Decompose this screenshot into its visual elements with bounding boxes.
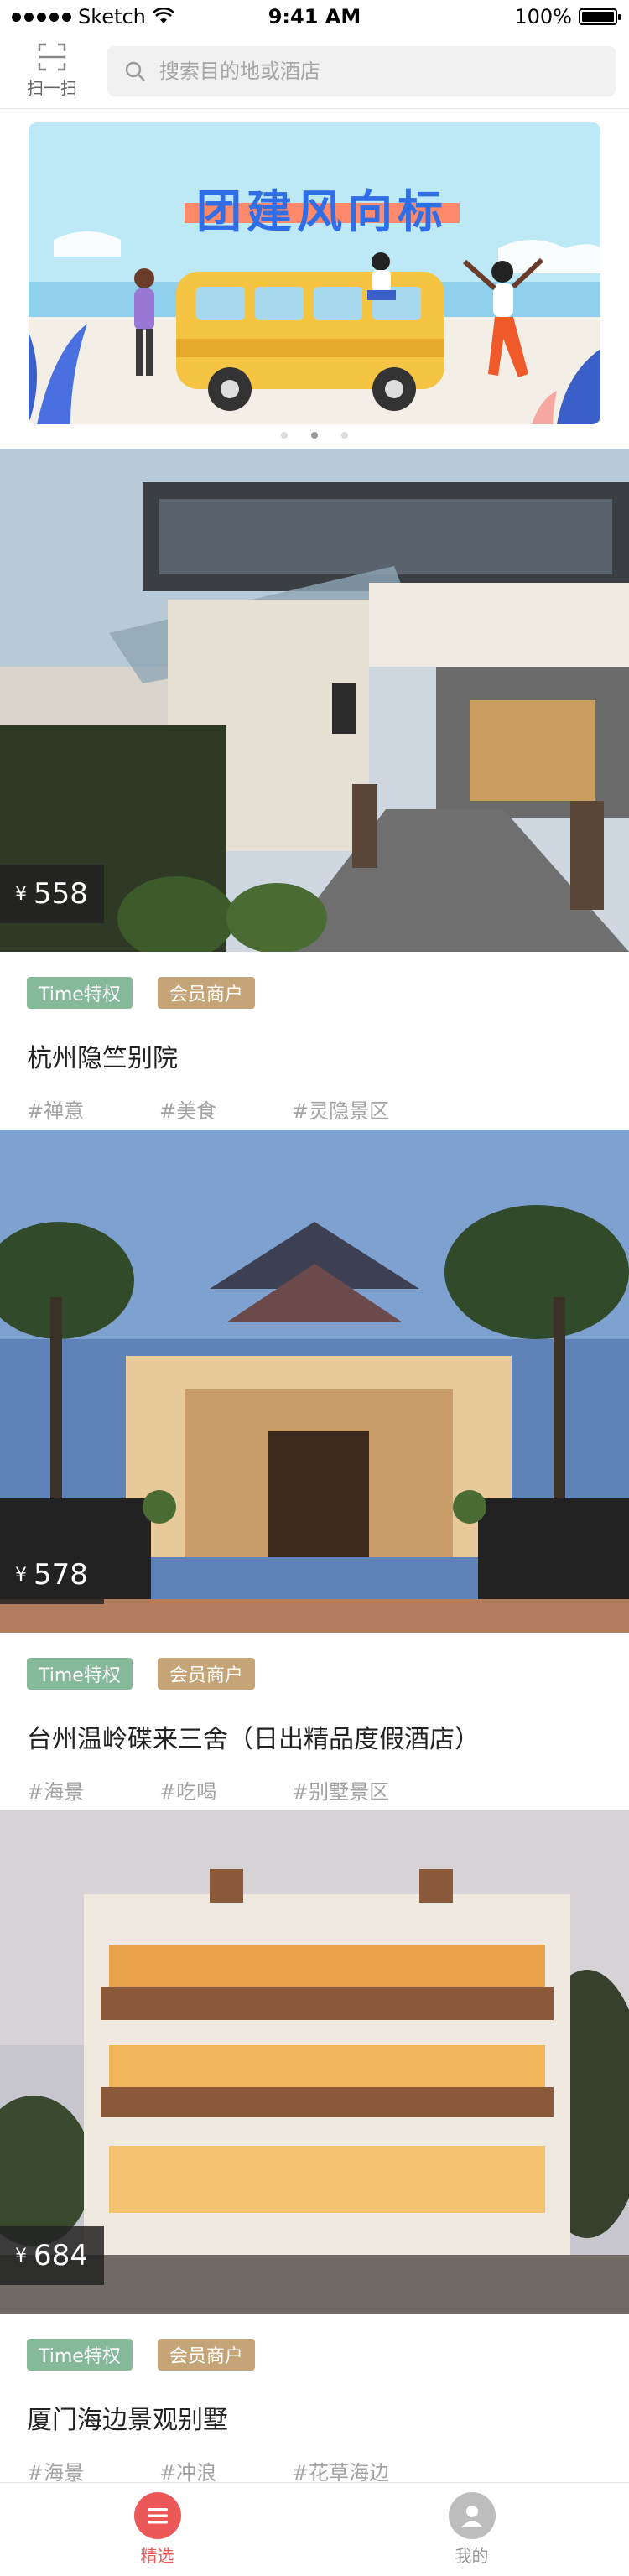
menu-icon [133,2492,181,2539]
wifi-icon [152,8,174,23]
hashtag[interactable]: #海景 [27,1775,159,1805]
tag-group: Time特权 会员商户 [27,2339,255,2371]
status-left: Sketch [12,5,221,29]
tab-label: 我的 [455,2546,489,2566]
pagination-dot[interactable] [311,432,318,439]
tab-bar: 精选 我的 [0,2482,629,2576]
header: 扫一扫 [0,34,629,109]
price-value: 578 [34,1558,88,1592]
hotel-photo: ¥684 [0,1810,629,2314]
hotel-title[interactable]: 台州温岭碟来三舍（日出精品度假酒店） [27,1718,480,1755]
tab-featured[interactable]: 精选 [0,2483,314,2576]
user-icon [448,2492,496,2539]
search-icon [125,61,145,81]
hotel-photo: ¥558 [0,449,629,952]
currency-symbol: ¥ [15,2245,27,2267]
hotel-photo: ¥578 [0,1130,629,1633]
time-privilege-tag: Time特权 [27,977,133,1009]
status-right: 100% [408,5,621,29]
hotel-title[interactable]: 厦门海边景观别墅 [27,2399,228,2436]
time-privilege-tag: Time特权 [27,1658,133,1690]
battery-percent: 100% [514,5,572,29]
pagination-dot[interactable] [341,432,348,439]
price-value: 684 [34,2239,88,2272]
battery-icon [579,8,621,25]
currency-symbol: ¥ [15,883,27,905]
signal-icon [12,12,71,22]
hashtag[interactable]: #别墅景区 [292,1775,424,1805]
price-badge: ¥684 [0,2226,104,2285]
time-privilege-tag: Time特权 [27,2339,133,2371]
promo-banner[interactable]: 团建风向标 [29,122,600,424]
tag-group: Time特权 会员商户 [27,1658,255,1690]
banner-pagination [0,432,629,439]
hashtag[interactable]: #美食 [159,1094,292,1124]
member-merchant-tag: 会员商户 [157,1658,255,1690]
hashtag-list: #海景 #冲浪 #花草海边 [27,2456,424,2485]
price-badge: ¥558 [0,865,104,923]
scan-icon [38,43,66,71]
price-value: 558 [34,877,88,911]
hashtag[interactable]: #吃喝 [159,1775,292,1805]
hashtag[interactable]: #禅意 [27,1094,159,1124]
hashtag[interactable]: #冲浪 [159,2456,292,2485]
scan-label: 扫一扫 [27,78,77,98]
hashtag-list: #海景 #吃喝 #别墅景区 [27,1775,424,1805]
tab-label: 精选 [140,2546,174,2566]
hotel-title[interactable]: 杭州隐竺别院 [27,1037,178,1074]
status-bar: Sketch 9:41 AM 100% [0,0,629,34]
member-merchant-tag: 会员商户 [157,977,255,1009]
search-bar[interactable] [107,45,616,96]
tab-profile[interactable]: 我的 [314,2483,629,2576]
hashtag-list: #禅意 #美食 #灵隐景区 [27,1094,424,1124]
banner-title: 团建风向标 [196,185,448,238]
hashtag[interactable]: #花草海边 [292,2456,424,2485]
scan-button[interactable]: 扫一扫 [18,43,86,99]
price-badge: ¥578 [0,1545,104,1604]
tag-group: Time特权 会员商户 [27,977,255,1009]
currency-symbol: ¥ [15,1564,27,1586]
hashtag[interactable]: #灵隐景区 [292,1094,424,1124]
banner-illustration [29,122,600,424]
pagination-dot[interactable] [281,432,288,439]
member-merchant-tag: 会员商户 [157,2339,255,2371]
carrier-label: Sketch [78,5,146,29]
hashtag[interactable]: #海景 [27,2456,159,2485]
search-input[interactable] [159,59,599,83]
status-time: 9:41 AM [268,5,361,29]
